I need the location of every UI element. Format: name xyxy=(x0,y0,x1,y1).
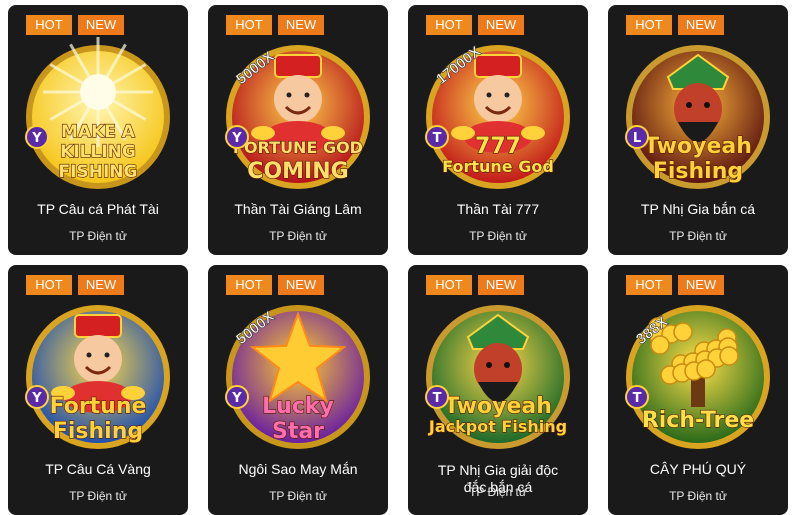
game-title: TP Nhị Gia bắn cá xyxy=(640,201,756,217)
platform-badge-icon: Y xyxy=(225,125,249,149)
game-provider: TP Điện tử xyxy=(469,229,527,243)
game-provider: TP Điện tử xyxy=(69,489,127,503)
platform-badge-icon: Y xyxy=(225,385,249,409)
new-badge: NEW xyxy=(478,275,524,295)
game-logo-text: KILLING xyxy=(60,142,136,162)
new-badge: NEW xyxy=(678,275,724,295)
game-thumbnail[interactable]: 5000X Lucky Star Y xyxy=(223,297,373,457)
game-logo-text: Star xyxy=(272,419,324,444)
hot-badge: HOT xyxy=(26,275,72,295)
game-thumbnail[interactable]: 5000X FORTUNE GOD COMING Y xyxy=(223,37,373,197)
game-thumbnail[interactable]: Twoyeah Jackpot Fishing T xyxy=(423,297,573,457)
new-badge: NEW xyxy=(278,275,324,295)
game-logo-text: COMING xyxy=(247,159,348,184)
game-logo-text: Fishing xyxy=(53,419,143,444)
new-badge: NEW xyxy=(678,15,724,35)
game-card[interactable]: HOT NEW 5000X Lucky Star Y Ngôi Sao May Mắn… xyxy=(208,265,388,515)
new-badge: NEW xyxy=(78,275,124,295)
game-logo-text: Fortune God xyxy=(442,157,554,176)
game-card[interactable]: HOT NEW Twoyeah Jackpot Fishing T TP Nhị G… xyxy=(408,265,588,515)
svg-text:T: T xyxy=(633,391,642,406)
game-title: Thần Tài 777 xyxy=(456,201,540,217)
game-card[interactable]: HOT NEW Fortune Fishing Y TP Câu Cá Vàng T… xyxy=(8,265,188,515)
game-thumbnail[interactable]: 388X Rich-Tree T xyxy=(623,297,773,457)
game-provider: TP Điện tử xyxy=(69,229,127,243)
game-logo-text: FISHING xyxy=(59,162,138,182)
game-logo-text: Twoyeah xyxy=(644,134,752,159)
game-logo-text: Jackpot Fishing xyxy=(428,417,567,436)
hot-badge: HOT xyxy=(226,15,272,35)
platform-badge-icon: T xyxy=(425,385,449,409)
game-logo-text: Rich-Tree xyxy=(642,408,754,433)
game-title: Ngôi Sao May Mắn xyxy=(238,461,358,477)
game-title: Thần Tài Giáng Lâm xyxy=(234,201,362,217)
platform-badge-icon: T xyxy=(625,385,649,409)
game-provider: TP Điện tử xyxy=(469,485,527,499)
game-logo-text: MAKE A xyxy=(61,122,136,142)
svg-text:Y: Y xyxy=(31,131,42,146)
hot-badge: HOT xyxy=(426,275,472,295)
game-logo-text: Lucky xyxy=(262,394,334,419)
new-badge: NEW xyxy=(78,15,124,35)
hot-badge: HOT xyxy=(426,15,472,35)
new-badge: NEW xyxy=(478,15,524,35)
game-logo-text: Fortune xyxy=(50,394,147,419)
svg-text:T: T xyxy=(433,391,442,406)
hot-badge: HOT xyxy=(626,15,672,35)
game-title: TP Câu cá Phát Tài xyxy=(37,201,159,217)
game-grid: HOT NEW MAKE A KILLING FISHING Y TP Câu cá … xyxy=(0,0,800,515)
svg-text:T: T xyxy=(433,131,442,146)
svg-text:Y: Y xyxy=(231,131,242,146)
game-provider: TP Điện tử xyxy=(269,229,327,243)
game-logo-text: Twoyeah xyxy=(444,394,552,419)
new-badge: NEW xyxy=(278,15,324,35)
game-card[interactable]: HOT NEW 17000X 777 Fortune God T Thần Tài 7… xyxy=(408,5,588,255)
game-card[interactable]: HOT NEW 5000X FORTUNE GOD COMING Y Thần Tài… xyxy=(208,5,388,255)
game-provider: TP Điện tử xyxy=(669,229,727,243)
game-provider: TP Điện tử xyxy=(269,489,327,503)
platform-badge-icon: L xyxy=(625,125,649,149)
svg-text:Y: Y xyxy=(31,391,42,406)
platform-badge-icon: Y xyxy=(25,125,49,149)
game-card[interactable]: HOT NEW 388X Rich-Tree T CÂY PHÚ QUÝ TP Đi… xyxy=(608,265,788,515)
game-title: TP Câu Cá Vàng xyxy=(45,461,151,477)
game-thumbnail[interactable]: Fortune Fishing Y xyxy=(23,297,173,457)
hot-badge: HOT xyxy=(26,15,72,35)
svg-text:Y: Y xyxy=(231,391,242,406)
platform-badge-icon: T xyxy=(425,125,449,149)
game-provider: TP Điện tử xyxy=(669,489,727,503)
game-thumbnail[interactable]: MAKE A KILLING FISHING Y xyxy=(23,37,173,197)
game-logo-text: Fishing xyxy=(653,159,743,184)
game-thumbnail[interactable]: 17000X 777 Fortune God T xyxy=(423,37,573,197)
game-card[interactable]: HOT NEW MAKE A KILLING FISHING Y TP Câu cá … xyxy=(8,5,188,255)
platform-badge-icon: Y xyxy=(25,385,49,409)
svg-text:L: L xyxy=(633,131,641,146)
game-title: CÂY PHÚ QUÝ xyxy=(649,461,747,477)
hot-badge: HOT xyxy=(626,275,672,295)
hot-badge: HOT xyxy=(226,275,272,295)
game-card[interactable]: HOT NEW Twoyeah Fishing L TP Nhị Gia bắn c… xyxy=(608,5,788,255)
game-logo-text: FORTUNE GOD xyxy=(233,138,363,157)
game-logo-text: 777 xyxy=(475,134,521,159)
game-thumbnail[interactable]: Twoyeah Fishing L xyxy=(623,37,773,197)
